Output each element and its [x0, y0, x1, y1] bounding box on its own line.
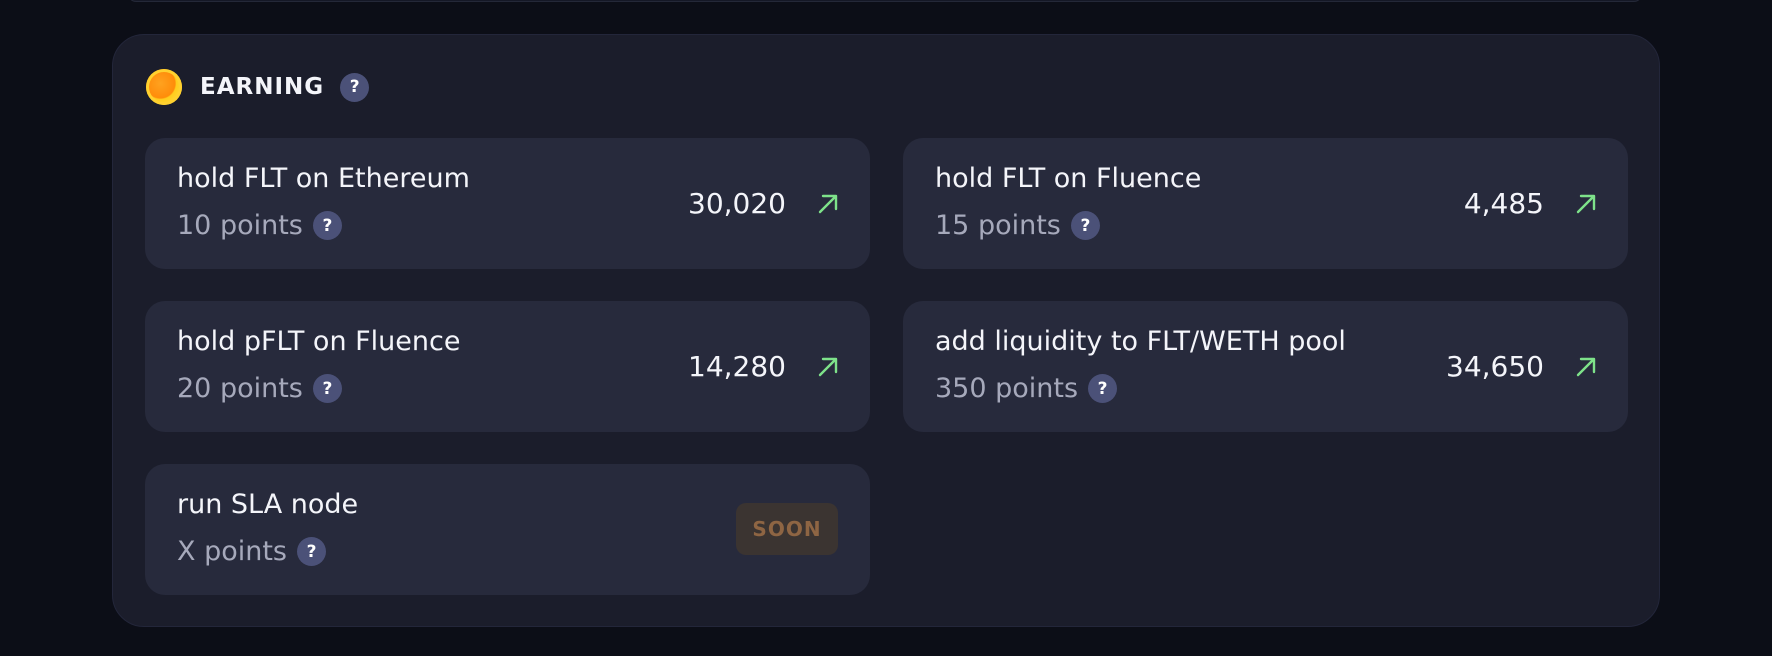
card-value: 34,650	[1446, 350, 1544, 383]
help-icon[interactable]: ?	[340, 72, 370, 102]
card-points: 15 points ?	[935, 210, 1100, 241]
card-points: 350 points ?	[935, 373, 1118, 404]
points-label: X points	[177, 536, 288, 567]
card-value: 30,020	[688, 187, 786, 220]
soon-badge: SOON	[736, 503, 838, 555]
card-title: run SLA node	[177, 489, 359, 520]
earning-header: EARNING ?	[146, 69, 370, 105]
card-title: hold FLT on Fluence	[935, 163, 1202, 194]
earning-card-hold-pflt-fluence[interactable]: hold pFLT on Fluence 20 points ? 14,280	[145, 301, 870, 432]
section-title: EARNING	[200, 74, 325, 100]
help-icon[interactable]: ?	[1070, 211, 1100, 240]
arrow-up-right-icon[interactable]	[1574, 355, 1598, 379]
earning-card-hold-flt-fluence[interactable]: hold FLT on Fluence 15 points ? 4,485	[903, 138, 1628, 269]
points-label: 20 points	[177, 373, 303, 404]
arrow-up-right-icon[interactable]	[816, 355, 840, 379]
help-icon[interactable]: ?	[312, 374, 342, 403]
card-points: 20 points ?	[177, 373, 342, 404]
points-label: 350 points	[935, 373, 1079, 404]
card-title: add liquidity to FLT/WETH pool	[935, 326, 1346, 357]
card-title: hold pFLT on Fluence	[177, 326, 461, 357]
earning-card-run-sla-node: run SLA node X points ? SOON	[145, 464, 870, 595]
help-icon[interactable]: ?	[1088, 374, 1118, 403]
help-icon[interactable]: ?	[297, 537, 327, 566]
card-value: 4,485	[1463, 187, 1544, 220]
card-points: X points ?	[177, 536, 327, 567]
points-label: 10 points	[177, 210, 303, 241]
card-value: 14,280	[688, 350, 786, 383]
earning-card-hold-flt-ethereum[interactable]: hold FLT on Ethereum 10 points ? 30,020	[145, 138, 870, 269]
help-icon[interactable]: ?	[312, 211, 342, 240]
arrow-up-right-icon[interactable]	[1574, 192, 1598, 216]
coin-icon	[146, 69, 182, 105]
earning-card-add-liquidity[interactable]: add liquidity to FLT/WETH pool 350 point…	[903, 301, 1628, 432]
card-title: hold FLT on Ethereum	[177, 163, 470, 194]
points-label: 15 points	[935, 210, 1061, 241]
arrow-up-right-icon[interactable]	[816, 192, 840, 216]
card-points: 10 points ?	[177, 210, 342, 241]
earning-panel: EARNING ? hold FLT on Ethereum 10 points…	[112, 34, 1660, 627]
previous-panel-edge	[128, 0, 1642, 2]
